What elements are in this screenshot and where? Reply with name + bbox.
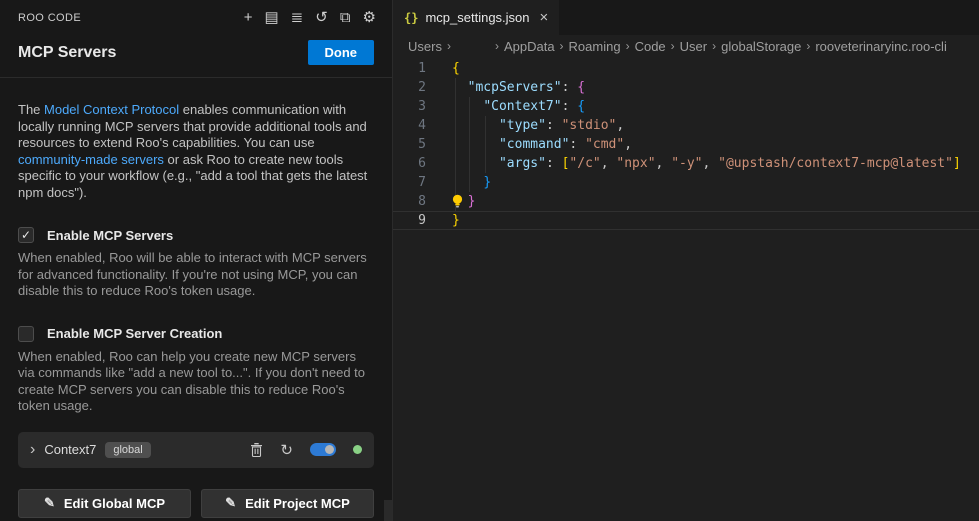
code-editor[interactable]: 1{2 "mcpServers": {3 "Context7": {4 "typ…	[393, 59, 979, 230]
line-number: 2	[393, 78, 426, 97]
line-number: 4	[393, 116, 426, 135]
breadcrumb-segment[interactable]: Roaming	[569, 39, 621, 54]
footer-buttons: ✎ Edit Global MCP ✎ Edit Project MCP	[18, 489, 374, 518]
line-number: 5	[393, 135, 426, 154]
popout-icon[interactable]: ⧉	[340, 10, 351, 26]
code-text: {	[426, 59, 460, 78]
server-row-context7[interactable]: › Context7 global ↻	[18, 432, 374, 468]
restart-server-icon[interactable]: ↻	[280, 441, 293, 459]
chevron-right-icon[interactable]: ›	[30, 442, 35, 458]
code-text: }	[426, 211, 460, 230]
panel-subheader: MCP Servers Done	[0, 28, 392, 77]
enable-mcp-servers-description: When enabled, Roo will be able to intera…	[18, 250, 374, 300]
breadcrumb-segment[interactable]: Users	[408, 39, 442, 54]
pencil-icon: ✎	[225, 495, 236, 511]
code-text: "command": "cmd",	[426, 135, 632, 154]
vscode-window: ROO CODE + ▤ ≣ ↺ ⧉ ⚙ MCP Servers Done The Mod…	[0, 0, 979, 521]
server-status-dot	[353, 445, 362, 454]
code-text: "args": ["/c", "npx", "-y", "@upstash/co…	[426, 154, 961, 173]
panel-header: ROO CODE + ▤ ≣ ↺ ⧉ ⚙	[0, 0, 392, 28]
tab-bar: {} mcp_settings.json ×	[393, 0, 979, 35]
breadcrumb-segment[interactable]: rooveterinaryinc.roo-cli	[815, 39, 947, 54]
toggle-knob	[325, 445, 334, 454]
enable-mcp-creation-description: When enabled, Roo can help you create ne…	[18, 349, 374, 415]
breadcrumb-segment[interactable]: Code	[635, 39, 666, 54]
trash-icon[interactable]	[250, 442, 263, 457]
edit-global-mcp-button[interactable]: ✎ Edit Global MCP	[18, 489, 191, 518]
roo-code-panel: ROO CODE + ▤ ≣ ↺ ⧉ ⚙ MCP Servers Done The Mod…	[0, 0, 393, 521]
tab-label: mcp_settings.json	[425, 10, 529, 25]
plus-icon[interactable]: +	[244, 10, 253, 26]
chevron-separator-icon: ›	[806, 39, 810, 53]
code-text: "Context7": {	[426, 97, 585, 116]
code-line[interactable]: 8 }	[393, 192, 979, 211]
pencil-icon: ✎	[44, 495, 55, 511]
panel-title: ROO CODE	[18, 12, 81, 24]
line-number: 1	[393, 59, 426, 78]
server-scope-badge: global	[105, 442, 150, 458]
panel-scrollbar-thumb[interactable]	[384, 500, 392, 521]
code-text: "type": "stdio",	[426, 116, 624, 135]
enable-mcp-creation-checkbox[interactable]	[18, 326, 34, 342]
breadcrumb-segment[interactable]: User	[680, 39, 707, 54]
code-line[interactable]: 5 "command": "cmd",	[393, 135, 979, 154]
panel-toolbar: + ▤ ≣ ↺ ⧉ ⚙	[244, 10, 376, 26]
enable-mcp-creation-label: Enable MCP Server Creation	[47, 326, 222, 341]
line-number: 8	[393, 192, 426, 211]
code-line[interactable]: 6 "args": ["/c", "npx", "-y", "@upstash/…	[393, 154, 979, 173]
chevron-separator-icon: ›	[671, 39, 675, 53]
line-number: 3	[393, 97, 426, 116]
doc-link[interactable]: Model Context Protocol	[44, 102, 179, 117]
history-icon[interactable]: ↺	[315, 10, 328, 26]
chevron-separator-icon: ›	[626, 39, 630, 53]
chevron-separator-icon: ›	[447, 39, 451, 53]
json-file-icon: {}	[404, 11, 418, 25]
chevron-separator-icon: ›	[560, 39, 564, 53]
code-line[interactable]: 3 "Context7": {	[393, 97, 979, 116]
chevron-separator-icon: ›	[712, 39, 716, 53]
code-line[interactable]: 7 }	[393, 173, 979, 192]
edit-project-mcp-button[interactable]: ✎ Edit Project MCP	[201, 489, 374, 518]
close-icon[interactable]: ×	[540, 9, 549, 26]
code-line[interactable]: 1{	[393, 59, 979, 78]
editor-group: {} mcp_settings.json × Users › › AppData › Ro…	[393, 0, 979, 521]
breadcrumb-segment[interactable]: AppData	[504, 39, 555, 54]
code-line[interactable]: 9}	[393, 211, 979, 230]
edit-global-mcp-label: Edit Global MCP	[64, 496, 165, 511]
doc-link[interactable]: community-made servers	[18, 152, 164, 167]
enable-mcp-servers-label: Enable MCP Servers	[47, 228, 173, 243]
server-name: Context7	[44, 442, 96, 457]
server-stack-icon[interactable]: ≣	[291, 10, 304, 26]
description-text: The	[18, 102, 44, 117]
code-line[interactable]: 2 "mcpServers": {	[393, 78, 979, 97]
done-button[interactable]: Done	[308, 40, 375, 65]
chevron-separator-icon: ›	[495, 39, 499, 53]
code-line[interactable]: 4 "type": "stdio",	[393, 116, 979, 135]
code-text: }	[426, 173, 491, 192]
edit-project-mcp-label: Edit Project MCP	[245, 496, 350, 511]
tab-mcp-settings-json[interactable]: {} mcp_settings.json ×	[393, 0, 559, 35]
line-number: 6	[393, 154, 426, 173]
notebook-icon[interactable]: ▤	[264, 10, 278, 26]
header-divider	[0, 77, 392, 78]
server-row-actions: ↻	[250, 441, 362, 459]
code-text: "mcpServers": {	[426, 78, 585, 97]
breadcrumb: Users › › AppData › Roaming › Code › User › globalS…	[393, 35, 979, 57]
enable-mcp-servers-row: ✓ Enable MCP Servers	[18, 227, 374, 243]
gear-icon[interactable]: ⚙	[363, 10, 376, 26]
server-enabled-toggle[interactable]	[310, 443, 336, 456]
page-title: MCP Servers	[18, 44, 116, 62]
line-number: 9	[393, 211, 426, 230]
enable-mcp-creation-row: Enable MCP Server Creation	[18, 326, 374, 342]
enable-mcp-servers-checkbox[interactable]: ✓	[18, 227, 34, 243]
line-number: 7	[393, 173, 426, 192]
panel-body: The Model Context Protocol enables commu…	[0, 102, 392, 518]
mcp-description: The Model Context Protocol enables commu…	[18, 102, 374, 201]
breadcrumb-segment[interactable]: globalStorage	[721, 39, 801, 54]
